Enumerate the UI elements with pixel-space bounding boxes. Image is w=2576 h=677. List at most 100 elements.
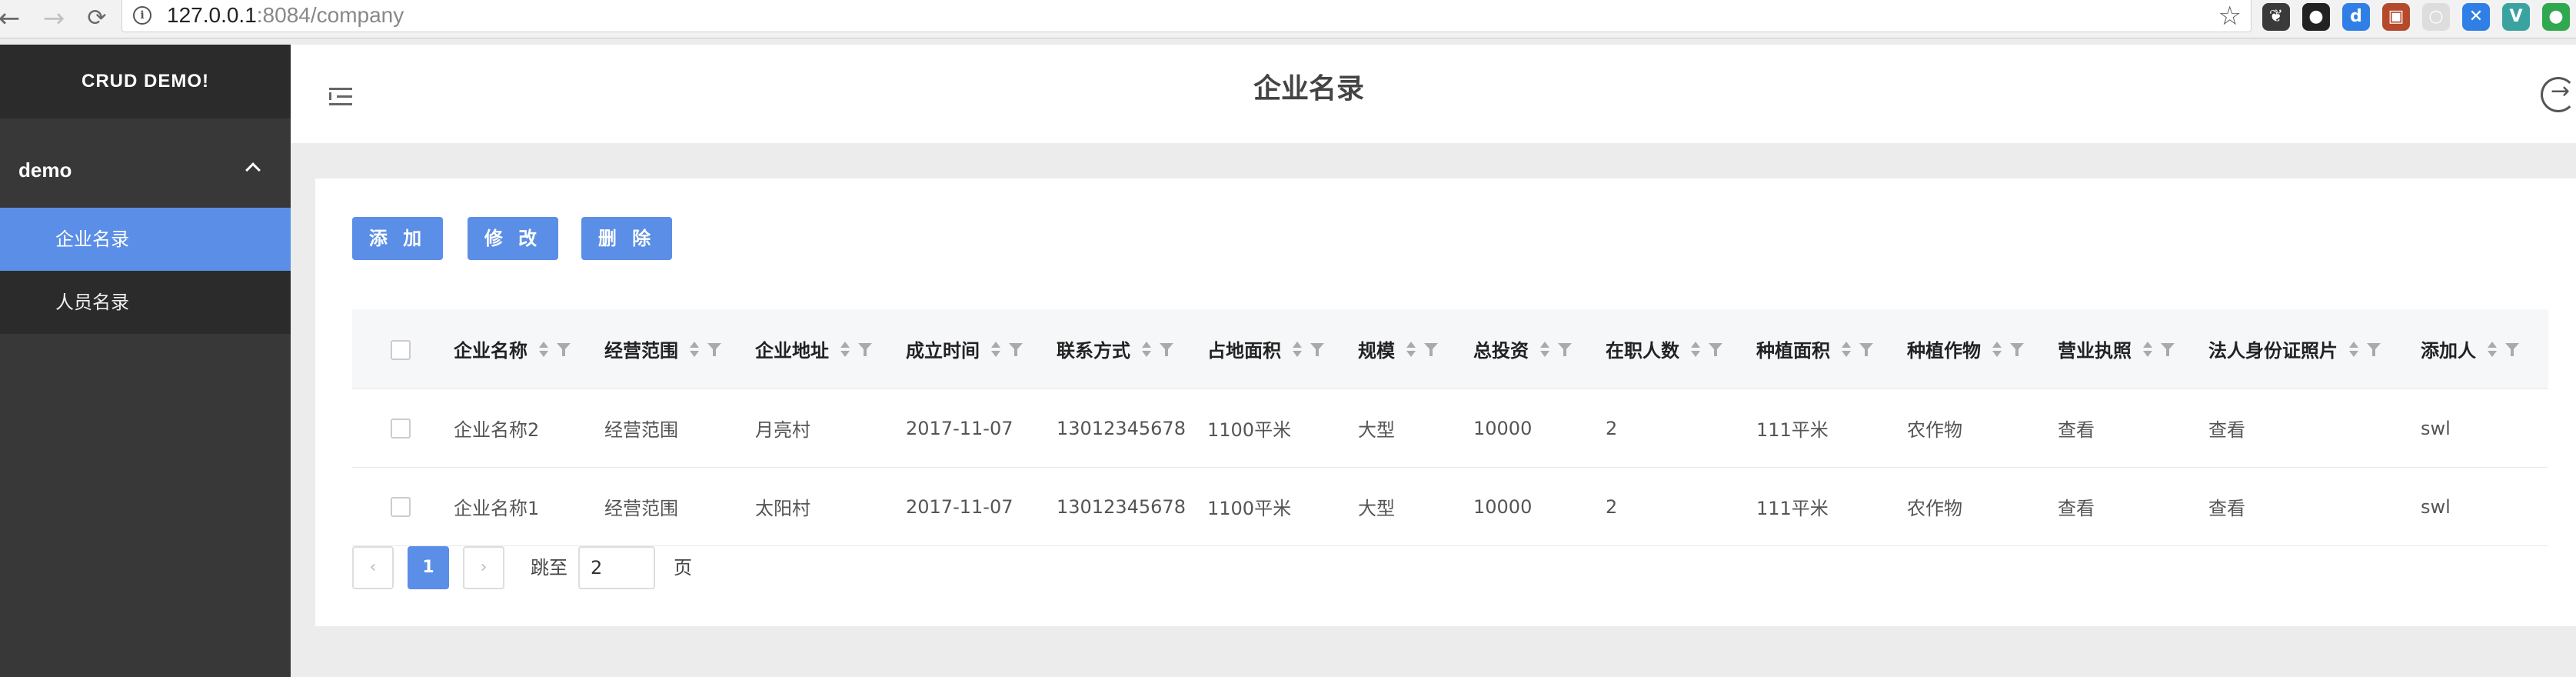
filter-icon[interactable] bbox=[2367, 342, 2381, 357]
column-header[interactable]: 营业执照 bbox=[2058, 309, 2175, 389]
column-header[interactable]: 总投资 bbox=[1473, 309, 1572, 389]
column-header-label: 占地面积 bbox=[1207, 340, 1281, 362]
evernote-icon[interactable]: ❦ bbox=[2262, 3, 2290, 31]
filter-icon[interactable] bbox=[858, 342, 872, 357]
chevron-up-icon bbox=[245, 162, 261, 178]
green-dot-icon[interactable]: ● bbox=[2542, 3, 2570, 31]
dict-icon[interactable]: d bbox=[2342, 3, 2370, 31]
column-header[interactable]: 占地面积 bbox=[1207, 309, 1324, 389]
sort-icon[interactable] bbox=[2348, 341, 2358, 358]
ghost-icon[interactable]: ○ bbox=[2422, 3, 2450, 31]
column-header[interactable]: 法人身份证照片 bbox=[2208, 309, 2381, 389]
menu-collapse-icon[interactable] bbox=[329, 88, 352, 106]
next-page-button[interactable]: › bbox=[463, 546, 504, 589]
table-row[interactable]: 企业名称2 经营范围 月亮村 2017-11-07 13012345678 1100平米 大… bbox=[352, 389, 2548, 468]
column-header[interactable]: 添加人 bbox=[2421, 309, 2519, 389]
filter-icon[interactable] bbox=[1160, 342, 1173, 357]
prev-page-button[interactable]: ‹ bbox=[352, 546, 394, 589]
bookmark-star-icon[interactable]: ☆ bbox=[2218, 2, 2242, 31]
table-cell: 13012345678 bbox=[1057, 495, 1186, 518]
filter-icon[interactable] bbox=[2010, 342, 2024, 357]
back-icon[interactable]: ← bbox=[0, 3, 25, 34]
column-header[interactable]: 企业地址 bbox=[755, 309, 872, 389]
sort-icon[interactable] bbox=[538, 341, 548, 358]
sort-icon[interactable] bbox=[990, 341, 1000, 358]
select-all-checkbox[interactable] bbox=[391, 340, 411, 360]
vue-icon[interactable]: V bbox=[2502, 3, 2530, 31]
page-suffix-label: 页 bbox=[674, 557, 692, 579]
column-header[interactable]: 在职人数 bbox=[1606, 309, 1722, 389]
column-header[interactable]: 种植作物 bbox=[1907, 309, 2024, 389]
table-cell: 农作物 bbox=[1907, 498, 1962, 519]
sort-icon[interactable] bbox=[1539, 341, 1549, 358]
sort-icon[interactable] bbox=[1992, 341, 2002, 358]
sidebar-item-companies[interactable]: 企业名录 bbox=[0, 208, 291, 271]
column-header[interactable]: 联系方式 bbox=[1057, 309, 1173, 389]
sort-icon[interactable] bbox=[1141, 341, 1151, 358]
column-header[interactable]: 种植面积 bbox=[1756, 309, 1873, 389]
filter-icon[interactable] bbox=[1859, 342, 1873, 357]
browser-toolbar: ← → ⟳ i 127.0.0.1:8084/company ☆ ❦ ● d ▣ ○ ✕ V… bbox=[0, 0, 2576, 38]
delete-button[interactable]: 删 除 bbox=[581, 217, 672, 260]
column-header-label: 法人身份证照片 bbox=[2208, 340, 2338, 362]
row-checkbox[interactable] bbox=[391, 497, 411, 517]
page-1-button[interactable]: 1 bbox=[408, 546, 449, 589]
column-header[interactable]: 经营范围 bbox=[604, 309, 721, 389]
column-header[interactable]: 规模 bbox=[1358, 309, 1438, 389]
table-header: 企业名称 经营范围 企业地址 成立时间 联系方式 占地面积 规模 总投资 在职人数 种植面积 种植作… bbox=[352, 309, 2548, 389]
url-host: 127.0.0.1 bbox=[167, 3, 257, 27]
sort-icon[interactable] bbox=[1406, 341, 1416, 358]
filter-icon[interactable] bbox=[1709, 342, 1722, 357]
sidebar-item-personnel[interactable]: 人员名录 bbox=[0, 271, 291, 334]
view-link[interactable]: 查看 bbox=[2058, 468, 2095, 545]
address-bar[interactable]: i 127.0.0.1:8084/company ☆ bbox=[121, 0, 2252, 32]
app-logo: CRUD DEMO! bbox=[0, 45, 291, 118]
column-header-label: 总投资 bbox=[1473, 340, 1529, 362]
filter-icon[interactable] bbox=[1424, 342, 1438, 357]
menu-group-demo[interactable]: demo bbox=[0, 148, 291, 192]
add-button[interactable]: 添 加 bbox=[352, 217, 443, 260]
photo-icon[interactable]: ▣ bbox=[2382, 3, 2410, 31]
record-icon[interactable]: ● bbox=[2302, 3, 2330, 31]
table-cell: 2017-11-07 bbox=[906, 417, 1013, 439]
sort-icon[interactable] bbox=[689, 341, 699, 358]
table-cell: 1100平米 bbox=[1207, 419, 1292, 441]
logout-icon[interactable] bbox=[2541, 77, 2576, 112]
column-header[interactable]: 企业名称 bbox=[454, 309, 571, 389]
view-link[interactable]: 查看 bbox=[2058, 389, 2095, 467]
table-row[interactable]: 企业名称1 经营范围 太阳村 2017-11-07 13012345678 1100平米 大… bbox=[352, 468, 2548, 546]
sort-icon[interactable] bbox=[840, 341, 850, 358]
sort-icon[interactable] bbox=[1292, 341, 1302, 358]
compass-icon[interactable]: ✕ bbox=[2462, 3, 2490, 31]
edit-button[interactable]: 修 改 bbox=[468, 217, 558, 260]
row-checkbox[interactable] bbox=[391, 419, 411, 439]
forward-icon[interactable]: → bbox=[38, 3, 69, 34]
filter-icon[interactable] bbox=[557, 342, 571, 357]
sort-icon[interactable] bbox=[2142, 341, 2152, 358]
view-link[interactable]: 查看 bbox=[2208, 468, 2245, 545]
reload-icon[interactable]: ⟳ bbox=[82, 3, 112, 34]
filter-icon[interactable] bbox=[1310, 342, 1324, 357]
filter-icon[interactable] bbox=[2161, 342, 2175, 357]
column-header-label: 联系方式 bbox=[1057, 340, 1130, 362]
column-header-label: 企业地址 bbox=[755, 340, 829, 362]
table-cell: 大型 bbox=[1358, 498, 1395, 519]
filter-icon[interactable] bbox=[1558, 342, 1572, 357]
view-link[interactable]: 查看 bbox=[2208, 389, 2245, 467]
sidebar: CRUD DEMO! demo 企业名录 人员名录 bbox=[0, 45, 291, 677]
sort-icon[interactable] bbox=[1841, 341, 1851, 358]
table-cell: 2 bbox=[1606, 417, 1618, 439]
column-header[interactable]: 成立时间 bbox=[906, 309, 1023, 389]
filter-icon[interactable] bbox=[2505, 342, 2519, 357]
menu-group-label: demo bbox=[18, 158, 72, 182]
filter-icon[interactable] bbox=[707, 342, 721, 357]
sort-icon[interactable] bbox=[1690, 341, 1700, 358]
content-card: 添 加 修 改 删 除 企业名称 经营范围 企业地址 成立时间 联系方式 占地面积 规模 总投… bbox=[315, 178, 2576, 626]
column-header-label: 规模 bbox=[1358, 340, 1395, 362]
sort-icon[interactable] bbox=[2487, 341, 2497, 358]
filter-icon[interactable] bbox=[1009, 342, 1023, 357]
jump-page-input[interactable] bbox=[578, 546, 655, 589]
page-title: 企业名录 bbox=[1253, 73, 1365, 105]
info-icon[interactable]: i bbox=[133, 6, 151, 25]
column-header-label: 种植作物 bbox=[1907, 340, 1981, 362]
